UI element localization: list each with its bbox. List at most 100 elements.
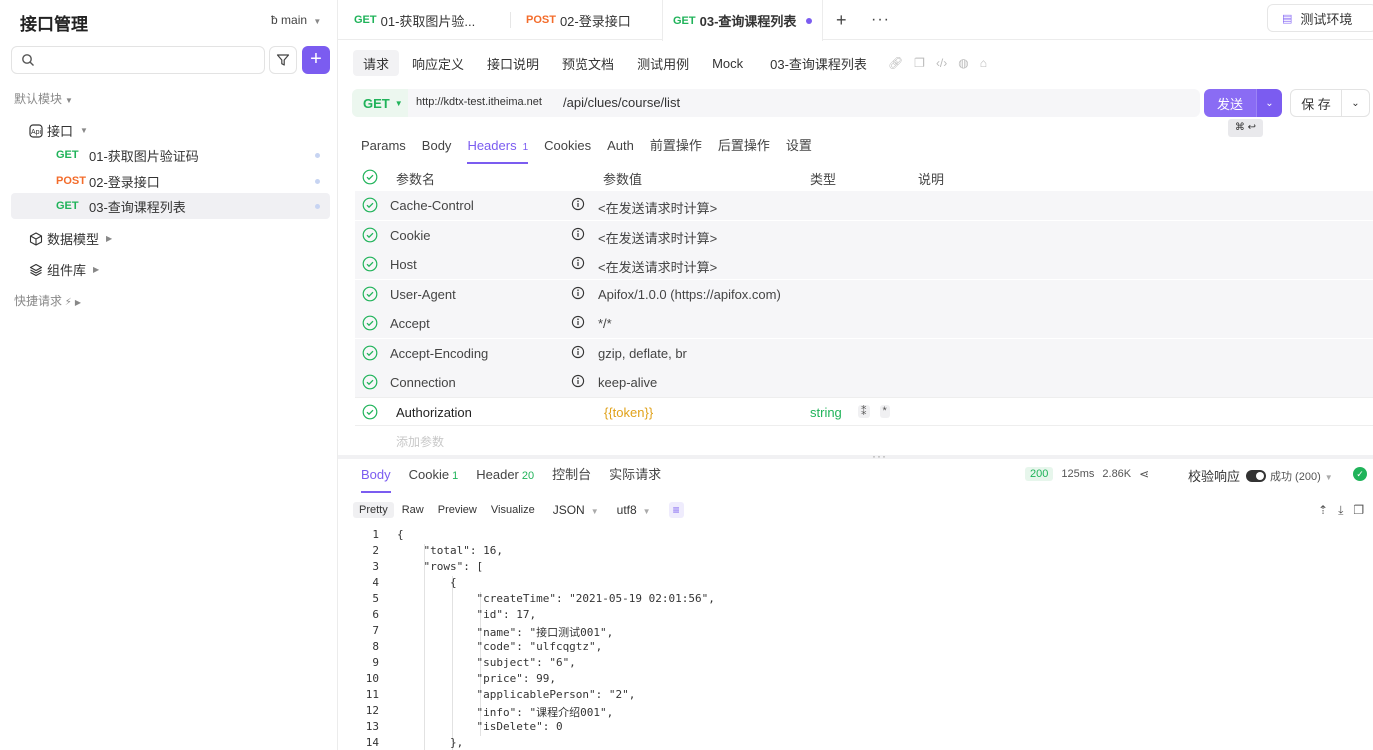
row-checkbox[interactable] bbox=[362, 227, 378, 243]
code-line: 9 "subject": "6", bbox=[355, 656, 1255, 672]
tab-response-cookie[interactable]: Cookie 1 bbox=[409, 464, 459, 492]
group-default-module[interactable]: 默认模块 ▼ bbox=[14, 90, 73, 107]
header-name: Host bbox=[390, 257, 417, 272]
row-checkbox[interactable] bbox=[362, 345, 378, 361]
info-icon[interactable] bbox=[571, 227, 585, 241]
tab-test-cases[interactable]: 测试用例 bbox=[627, 50, 699, 76]
lock-icon[interactable]: ⌂ bbox=[980, 56, 987, 70]
encoding-select[interactable]: utf8 ▼ bbox=[617, 503, 651, 517]
save-button[interactable]: 保 存 bbox=[1290, 89, 1342, 117]
add-param-input[interactable]: 添加参数 bbox=[396, 433, 444, 450]
row-checkbox[interactable] bbox=[362, 315, 378, 331]
tab-preview-docs[interactable]: 预览文档 bbox=[552, 50, 624, 76]
code-text: "subject": "6", bbox=[397, 656, 576, 669]
row-checkbox[interactable] bbox=[362, 256, 378, 272]
header-type-select[interactable]: string bbox=[810, 405, 842, 420]
select-all-checkbox[interactable] bbox=[362, 169, 378, 185]
table-row: Authorization {{token}} string ⁑ * bbox=[355, 397, 1373, 426]
new-tab-button[interactable]: + bbox=[836, 0, 847, 40]
row-checkbox[interactable] bbox=[362, 197, 378, 213]
tab-response-body[interactable]: Body bbox=[361, 464, 391, 493]
tab-console[interactable]: 控制台 bbox=[552, 464, 591, 492]
folder-api[interactable]: Api 接口 ▼ bbox=[29, 121, 88, 140]
info-icon[interactable] bbox=[571, 374, 585, 388]
language-select[interactable]: JSON ▼ bbox=[553, 503, 599, 517]
environment-selector[interactable]: ▤ 测试环境 bbox=[1267, 4, 1373, 32]
sidebar-api-item[interactable]: GET 01-获取图片验证码 bbox=[11, 142, 330, 168]
upload-icon[interactable]: ⇡ bbox=[1318, 503, 1328, 518]
sidebar-item-components[interactable]: 组件库 ▶ bbox=[29, 260, 99, 279]
tab-mock[interactable]: Mock bbox=[702, 50, 753, 76]
response-size: 2.86K bbox=[1102, 468, 1132, 480]
header-value-input[interactable]: {{token}} bbox=[604, 405, 653, 420]
tab-params[interactable]: Params bbox=[361, 136, 406, 164]
row-checkbox[interactable] bbox=[362, 404, 378, 420]
code-icon[interactable]: ‹/› bbox=[936, 56, 947, 70]
format-visualize[interactable]: Visualize bbox=[485, 502, 541, 518]
tab-api-02[interactable]: POST 02-登录接口 bbox=[526, 0, 631, 40]
tab-api-01[interactable]: GET 01-获取图片验... bbox=[354, 0, 475, 40]
branch-selector[interactable]: ƀ main ▼ bbox=[271, 13, 321, 27]
tab-body[interactable]: Body bbox=[422, 136, 452, 164]
add-button[interactable]: + bbox=[302, 46, 330, 74]
toggle-switch[interactable] bbox=[1246, 469, 1267, 482]
save-dropdown-button[interactable]: ⌄ bbox=[1341, 89, 1370, 117]
more-tabs-button[interactable]: ··· bbox=[871, 0, 890, 40]
tab-api-description[interactable]: 接口说明 bbox=[477, 50, 549, 76]
tab-pre-processors[interactable]: 前置操作 bbox=[650, 136, 702, 164]
json-schema-icon[interactable]: ⁑ bbox=[858, 405, 870, 418]
sidebar-item-data-models[interactable]: 数据模型 ▶ bbox=[29, 229, 112, 248]
wrap-lines-icon[interactable]: ≡ bbox=[668, 502, 684, 518]
request-param-tabs: Params Body Headers 1 Cookies Auth 前置操作 后… bbox=[361, 136, 812, 164]
info-icon[interactable] bbox=[571, 315, 585, 329]
tab-settings[interactable]: 设置 bbox=[786, 136, 812, 164]
api-name-label[interactable]: 03-查询课程列表 bbox=[760, 50, 877, 76]
tab-auth[interactable]: Auth bbox=[607, 136, 634, 164]
info-icon[interactable] bbox=[571, 345, 585, 359]
tab-api-03-active[interactable]: GET 03-查询课程列表 bbox=[662, 0, 824, 41]
header-name: Cookie bbox=[390, 227, 431, 243]
group-quick-requests[interactable]: 快捷请求 ⚡ ▶ bbox=[14, 292, 81, 309]
tab-label: Body bbox=[421, 138, 452, 153]
format-raw[interactable]: Raw bbox=[396, 502, 430, 518]
verify-result-select[interactable]: 成功 (200) ▼ bbox=[1270, 468, 1333, 484]
filter-button[interactable] bbox=[269, 46, 297, 74]
required-flag[interactable]: * bbox=[879, 405, 890, 418]
send-shortcut-tooltip: ⌘ ↩ bbox=[1228, 119, 1263, 137]
info-icon[interactable] bbox=[571, 286, 585, 300]
format-pretty[interactable]: Pretty bbox=[353, 502, 394, 518]
row-checkbox[interactable] bbox=[362, 286, 378, 302]
tab-headers[interactable]: Headers 1 bbox=[467, 136, 528, 164]
tab-cookies[interactable]: Cookies bbox=[544, 136, 591, 164]
tab-request[interactable]: 请求 bbox=[353, 50, 400, 76]
tab-response-header[interactable]: Header 20 bbox=[476, 464, 534, 492]
sidebar-search-input[interactable] bbox=[11, 46, 265, 74]
tab-actual-request[interactable]: 实际请求 bbox=[609, 464, 661, 492]
info-icon[interactable] bbox=[571, 256, 585, 270]
globe-icon[interactable]: ◍ bbox=[958, 56, 968, 70]
verify-response-toggle[interactable]: 校验响应 bbox=[1188, 466, 1267, 485]
path-input[interactable]: /api/clues/course/list bbox=[563, 95, 680, 110]
header-name-input[interactable]: Authorization bbox=[396, 405, 472, 420]
sidebar-api-item-active[interactable]: GET 03-查询课程列表 bbox=[11, 193, 330, 219]
method-select[interactable]: GET ▼ bbox=[352, 89, 408, 117]
copy-icon[interactable]: ❐ bbox=[1353, 503, 1364, 518]
code-text: "applicablePerson": "2", bbox=[397, 688, 636, 701]
info-icon[interactable] bbox=[571, 197, 585, 211]
line-number: 12 bbox=[365, 704, 379, 717]
copy-icon[interactable]: ❐ bbox=[914, 56, 925, 70]
link-icon[interactable]: 🔗︎ bbox=[888, 56, 903, 70]
download-icon[interactable]: ⤓ bbox=[1338, 503, 1343, 518]
tab-response-definition[interactable]: 响应定义 bbox=[402, 50, 474, 76]
chevron-down-icon: ▼ bbox=[642, 507, 651, 516]
tab-post-processors[interactable]: 后置操作 bbox=[718, 136, 770, 164]
panel-splitter[interactable] bbox=[338, 455, 1373, 459]
send-dropdown-button[interactable]: ⌄ bbox=[1256, 89, 1282, 117]
send-button[interactable]: 发送 bbox=[1204, 89, 1256, 117]
format-preview[interactable]: Preview bbox=[432, 502, 483, 518]
api-sub-tabs: 请求 响应定义 接口说明 预览文档 测试用例 Mock 03-查询课程列表 🔗︎… bbox=[353, 50, 987, 76]
row-checkbox[interactable] bbox=[362, 374, 378, 390]
share-icon[interactable]: ⋖ bbox=[1139, 467, 1149, 481]
drag-handle-icon[interactable]: ··· bbox=[872, 449, 887, 463]
sidebar-api-item[interactable]: POST 02-登录接口 bbox=[11, 168, 330, 194]
